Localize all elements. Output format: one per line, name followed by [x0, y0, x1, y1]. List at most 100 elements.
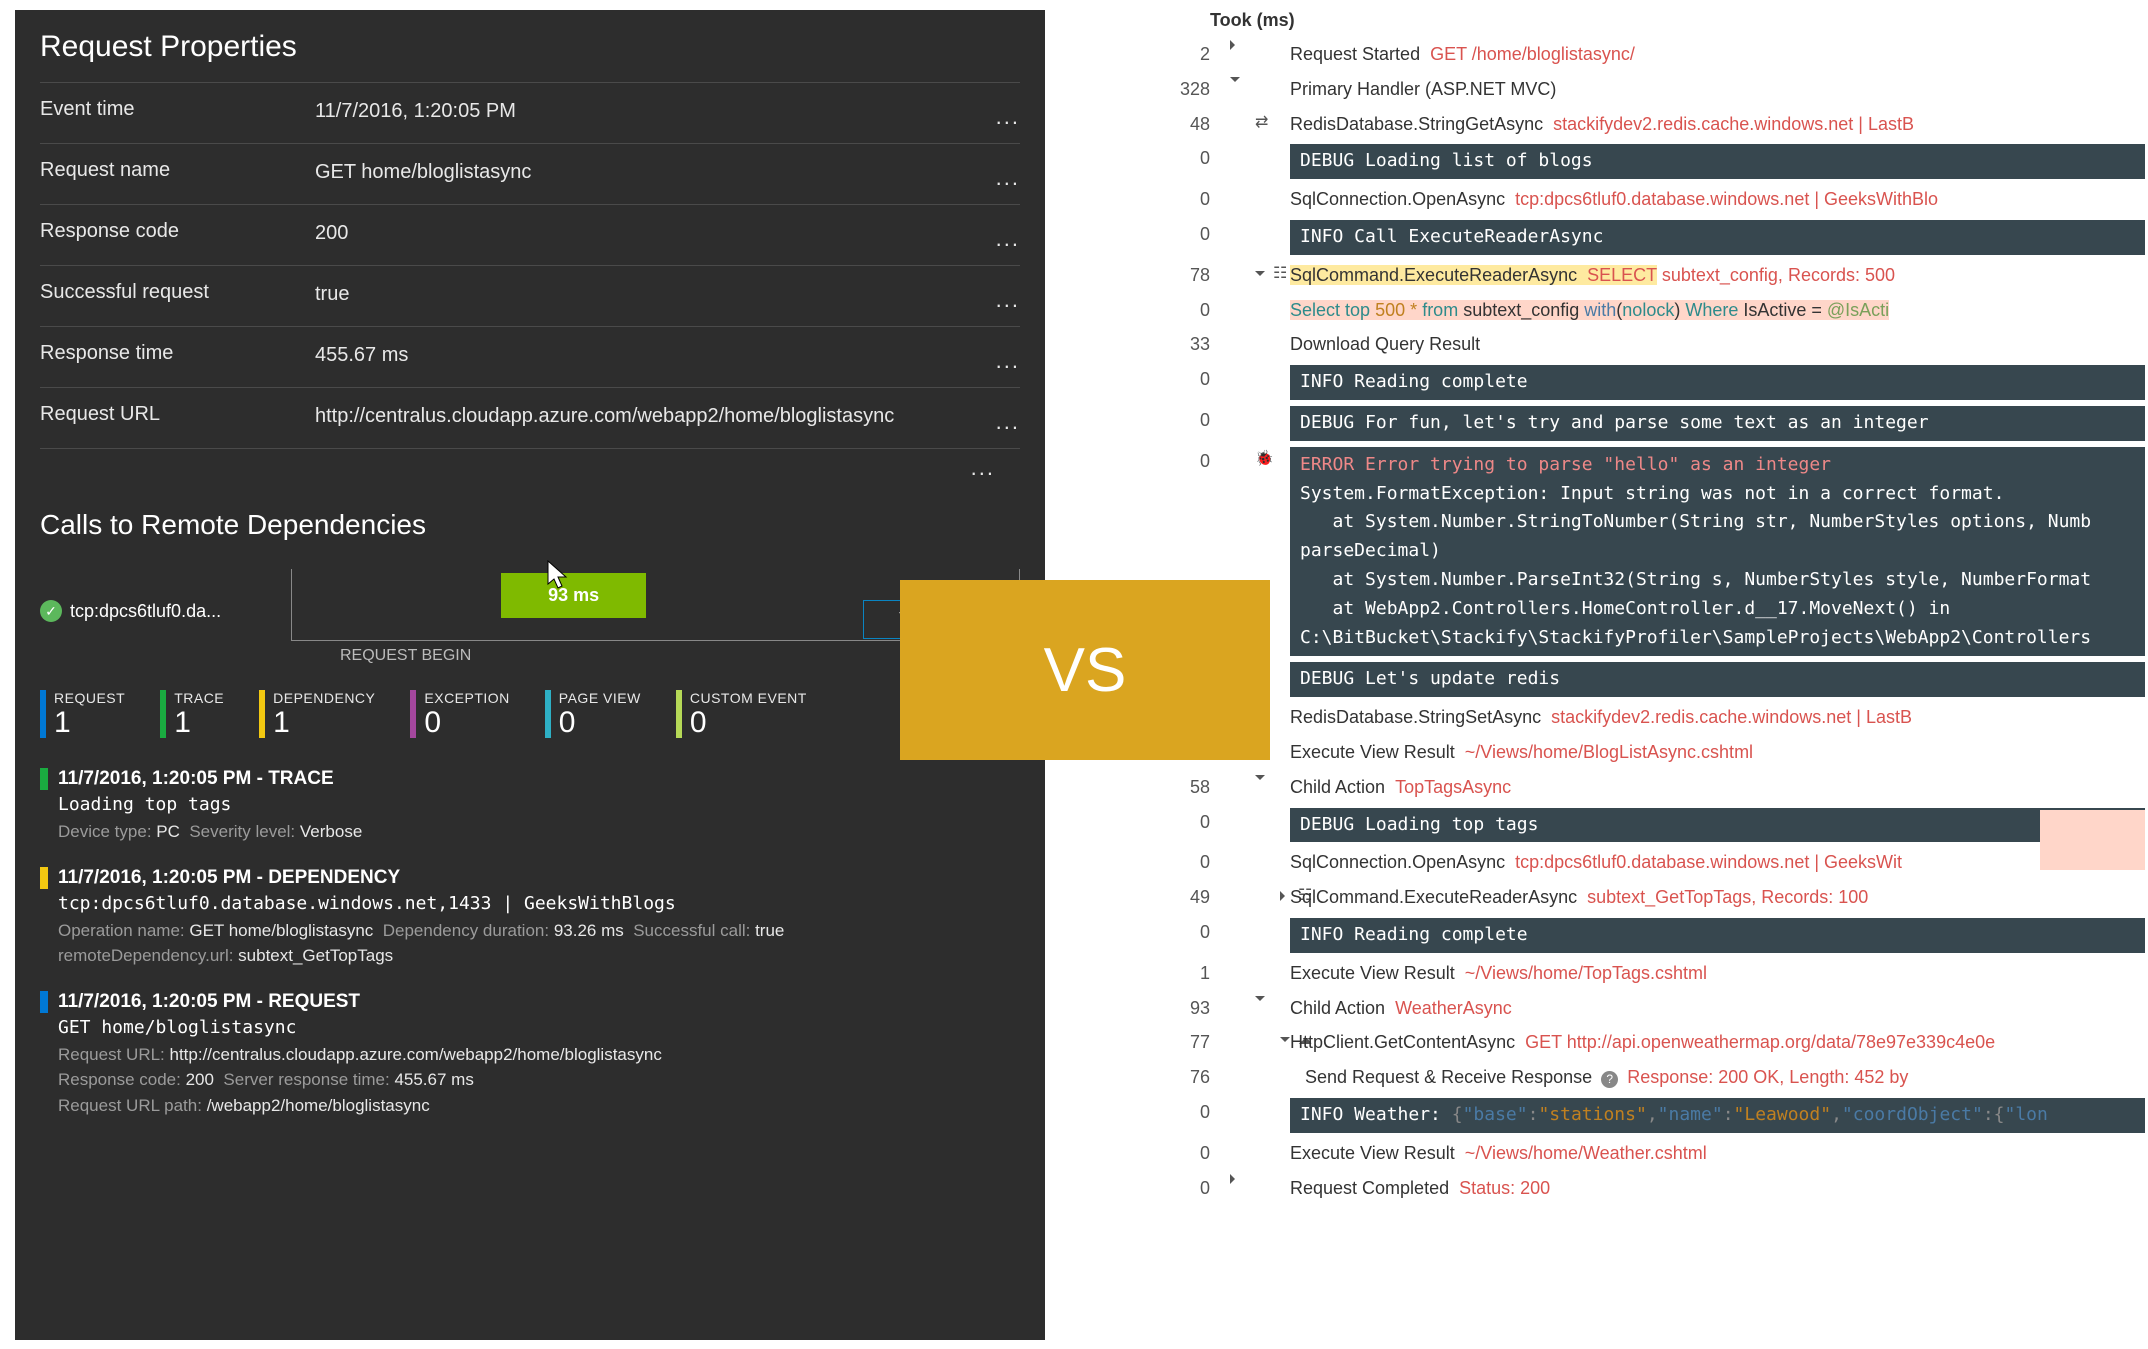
- trace-row[interactable]: 49 SqlCommand.ExecuteReaderAsync subtext…: [1115, 880, 2145, 915]
- caret-down-icon[interactable]: [1280, 1037, 1290, 1047]
- caret-right-icon[interactable]: [1230, 1174, 1240, 1184]
- caret-down-icon[interactable]: [1255, 996, 1265, 1006]
- property-key: Response code: [40, 220, 315, 243]
- stat-label: PAGE VIEW: [559, 690, 641, 706]
- more-icon[interactable]: ...: [996, 106, 1020, 128]
- log-label: DEBUG Loading list of blogs: [1290, 144, 2145, 179]
- trace-body: ERROR Error trying to parse "hello" as a…: [1290, 447, 2145, 657]
- trace-row[interactable]: 2 Request Started GET /home/bloglistasyn…: [1115, 37, 2145, 72]
- trace-ms: 49: [1115, 883, 1230, 912]
- caret-down-icon[interactable]: [1230, 77, 1240, 87]
- stat-page-view[interactable]: PAGE VIEW 0: [545, 690, 641, 738]
- trace-row[interactable]: 0 SqlConnection.OpenAsync tcp:dpcs6tluf0…: [1115, 182, 2145, 217]
- stat-request[interactable]: REQUEST 1: [40, 690, 125, 738]
- caret-right-icon[interactable]: [1230, 40, 1240, 50]
- trace-ms: 1: [1115, 959, 1230, 988]
- property-key: Request URL: [40, 403, 315, 426]
- trace-row[interactable]: 78 SqlCommand.ExecuteReaderAsync SELECT …: [1115, 258, 2145, 293]
- stat-value: 1: [54, 708, 125, 738]
- more-icon[interactable]: ...: [996, 289, 1020, 311]
- stat-value: 0: [690, 708, 807, 738]
- stat-exception[interactable]: EXCEPTION 0: [410, 690, 509, 738]
- log-meta: Operation name: GET home/bloglistasync D…: [40, 918, 1020, 969]
- trace-body: DEBUG Loading list of blogs: [1290, 144, 2145, 179]
- property-row: Request URL http://centralus.cloudapp.az…: [40, 387, 1020, 448]
- log-item[interactable]: 11/7/2016, 1:20:05 PM - REQUEST GET home…: [40, 979, 1020, 1129]
- trace-body: Child Action WeatherAsync: [1290, 994, 2145, 1023]
- highlight-block: [2040, 810, 2145, 870]
- trace-row[interactable]: 48 RedisDatabase.StringGetAsync stackify…: [1115, 107, 2145, 142]
- trace-row[interactable]: 0 DEBUG Loading top tags: [1115, 805, 2145, 846]
- trace-body: INFO Reading complete: [1290, 918, 2145, 953]
- swap-icon: [1255, 110, 1268, 136]
- trace-row[interactable]: 0 INFO Weather: {"base":"stations","name…: [1115, 1095, 2145, 1136]
- more-icon[interactable]: ...: [40, 448, 1020, 487]
- trace-body: Request Completed Status: 200: [1290, 1174, 2145, 1203]
- trace-text: SqlCommand.ExecuteReaderAsync subtext_Ge…: [1290, 887, 1868, 907]
- log-list: 11/7/2016, 1:20:05 PM - TRACE Loading to…: [40, 756, 1020, 1128]
- trace-row[interactable]: 93 Child Action WeatherAsync: [1115, 991, 2145, 1026]
- stat-trace[interactable]: TRACE 1: [160, 690, 224, 738]
- property-value: http://centralus.cloudapp.azure.com/weba…: [315, 403, 996, 430]
- log-heading: 11/7/2016, 1:20:05 PM - DEPENDENCY: [58, 867, 400, 889]
- trace-icons: [1230, 994, 1290, 1004]
- trace-row[interactable]: 0 INFO Reading complete: [1115, 915, 2145, 956]
- trace-body: INFO Reading complete: [1290, 365, 2145, 400]
- caret-down-icon[interactable]: [1255, 775, 1265, 785]
- trace-text: Download Query Result: [1290, 334, 1480, 354]
- trace-row[interactable]: 0 Select top 500 * from subtext_config w…: [1115, 293, 2145, 328]
- trace-row[interactable]: 0 SqlConnection.OpenAsync tcp:dpcs6tluf0…: [1115, 845, 2145, 880]
- property-key: Response time: [40, 342, 315, 365]
- trace-row[interactable]: 0 Execute View Result ~/Views/home/Weath…: [1115, 1136, 2145, 1171]
- stat-bar: [676, 690, 682, 738]
- stat-custom-event[interactable]: CUSTOM EVENT 0: [676, 690, 807, 738]
- trace-row[interactable]: 0 DEBUG For fun, let's try and parse som…: [1115, 403, 2145, 444]
- more-icon[interactable]: ...: [996, 350, 1020, 372]
- trace-text: Execute View Result ~/Views/home/TopTags…: [1290, 963, 1707, 983]
- more-icon[interactable]: ...: [996, 228, 1020, 250]
- log-item[interactable]: 11/7/2016, 1:20:05 PM - DEPENDENCY tcp:d…: [40, 855, 1020, 979]
- trace-text: HttpClient.GetContentAsync GET http://ap…: [1290, 1032, 1995, 1052]
- stat-label: REQUEST: [54, 690, 125, 706]
- trace-text: SqlConnection.OpenAsync tcp:dpcs6tluf0.d…: [1290, 852, 1902, 872]
- trace-text: Execute View Result ~/Views/home/BlogLis…: [1290, 742, 1753, 762]
- trace-icons: [1230, 883, 1290, 909]
- stats-row: REQUEST 1 TRACE 1 DEPENDENCY 1 EXCEPTION…: [40, 690, 1020, 738]
- property-value: 200: [315, 220, 996, 247]
- dependency-timeline-row: ✓ tcp:dpcs6tluf0.da... 93 ms: [40, 581, 1020, 641]
- more-icon[interactable]: ...: [996, 411, 1020, 433]
- log-item[interactable]: 11/7/2016, 1:20:05 PM - TRACE Loading to…: [40, 756, 1020, 855]
- caret-right-icon[interactable]: [1280, 891, 1290, 901]
- trace-ms: 328: [1115, 75, 1230, 104]
- trace-body: DEBUG Let's update redis: [1290, 662, 2145, 697]
- trace-row[interactable]: 1 Execute View Result ~/Views/home/TopTa…: [1115, 956, 2145, 991]
- trace-row[interactable]: 76 Send Request & Receive Response ? Res…: [1115, 1060, 2145, 1095]
- trace-row[interactable]: 77 HttpClient.GetContentAsync GET http:/…: [1115, 1025, 2145, 1060]
- trace-row[interactable]: 328 Primary Handler (ASP.NET MVC): [1115, 72, 2145, 107]
- trace-icons: 🐞: [1230, 447, 1290, 471]
- trace-icons: [1230, 1174, 1290, 1184]
- trace-text: RedisDatabase.StringGetAsync stackifydev…: [1290, 114, 1914, 134]
- stat-dependency[interactable]: DEPENDENCY 1: [259, 690, 375, 738]
- trace-body: Child Action TopTagsAsync: [1290, 773, 2145, 802]
- trace-ms: 2: [1115, 40, 1230, 69]
- properties-table: Event time 11/7/2016, 1:20:05 PM ...Requ…: [40, 82, 1020, 448]
- trace-row[interactable]: 0 INFO Call ExecuteReaderAsync: [1115, 217, 2145, 258]
- trace-row[interactable]: 33 Download Query Result: [1115, 327, 2145, 362]
- log-label: DEBUG For fun, let's try and parse some …: [1290, 406, 2145, 441]
- log-label: INFO Reading complete: [1290, 918, 2145, 953]
- log-body: GET home/bloglistasync: [40, 1017, 1020, 1038]
- more-icon[interactable]: ...: [996, 167, 1020, 189]
- stat-bar: [160, 690, 166, 738]
- trace-ms: 0: [1115, 406, 1230, 435]
- trace-icons: [1230, 40, 1290, 50]
- trace-row[interactable]: 0 INFO Reading complete: [1115, 362, 2145, 403]
- trace-body: SqlCommand.ExecuteReaderAsync subtext_Ge…: [1290, 883, 2145, 912]
- trace-body: INFO Call ExecuteReaderAsync: [1290, 220, 2145, 255]
- caret-down-icon[interactable]: [1255, 271, 1265, 281]
- trace-row[interactable]: 0 Request Completed Status: 200: [1115, 1171, 2145, 1206]
- stat-bar: [545, 690, 551, 738]
- mouse-cursor-icon: [547, 560, 569, 590]
- trace-row[interactable]: 0 DEBUG Loading list of blogs: [1115, 141, 2145, 182]
- trace-row[interactable]: 58 Child Action TopTagsAsync: [1115, 770, 2145, 805]
